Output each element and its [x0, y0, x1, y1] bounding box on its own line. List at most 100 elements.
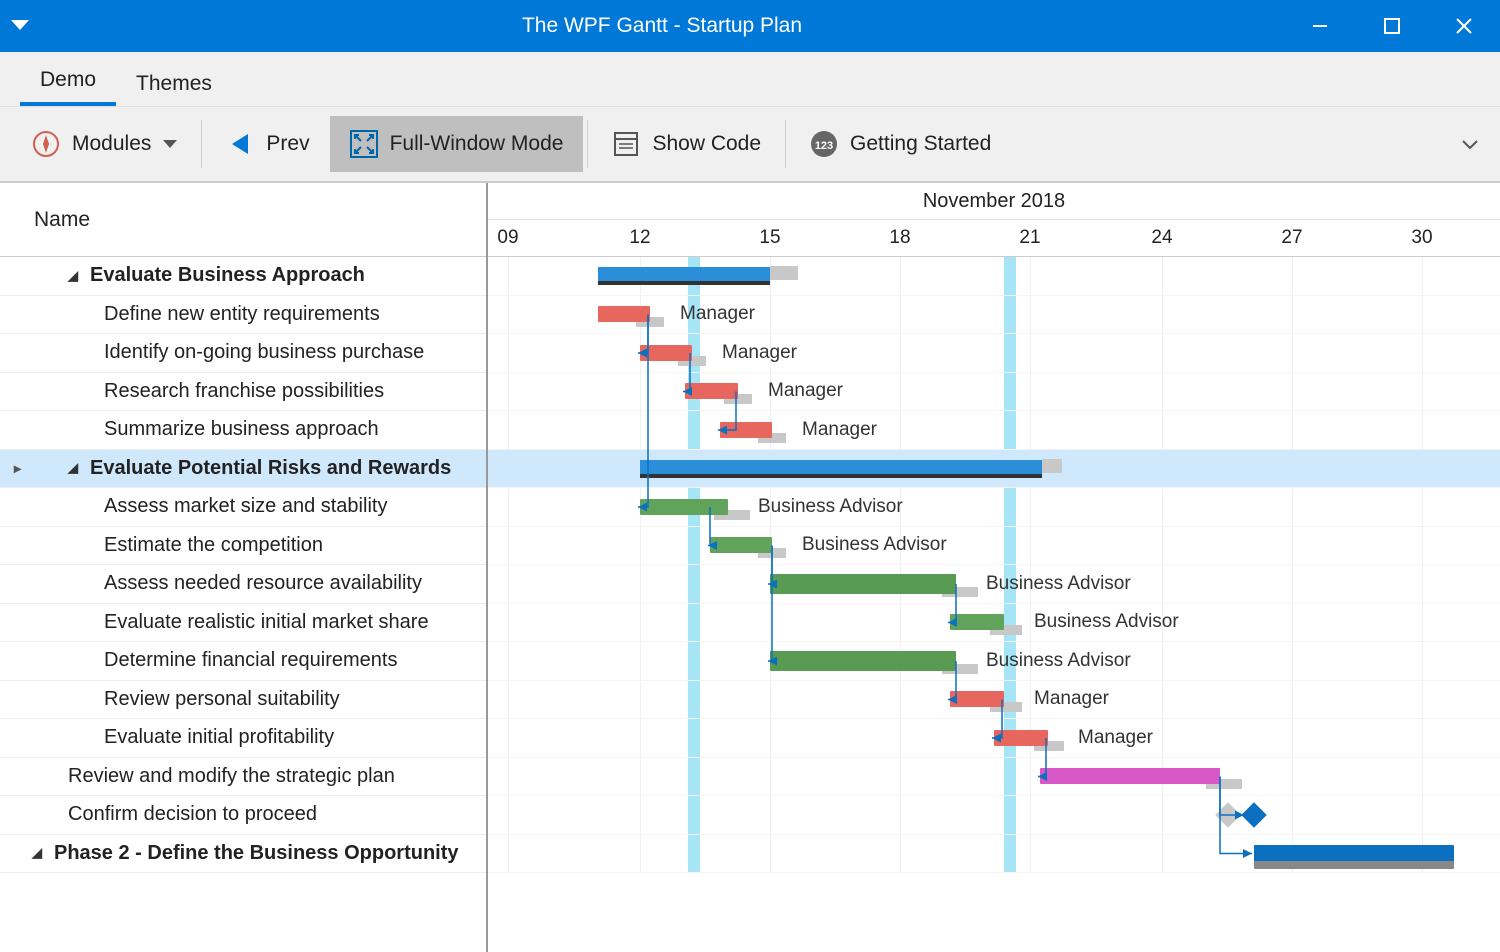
task-row[interactable]: ▸Assess needed resource availability [0, 565, 486, 604]
task-resource-label: Manager [680, 303, 755, 325]
task-bar[interactable]: Manager [640, 345, 692, 361]
fullwindow-label: Full-Window Mode [390, 132, 564, 156]
task-row[interactable]: ▸Determine financial requirements [0, 642, 486, 681]
row-selected-indicator: ▸ [14, 460, 28, 477]
task-resource-label: Business Advisor [1034, 611, 1179, 633]
gantt-row[interactable] [488, 796, 1500, 835]
minimize-button[interactable] [1284, 0, 1356, 52]
task-bar[interactable]: Business Advisor [710, 537, 772, 553]
gantt-row[interactable]: Business Advisor [488, 527, 1500, 566]
task-row[interactable]: ▸◢Phase 2 - Define the Business Opportun… [0, 835, 486, 874]
task-row[interactable]: ▸Research franchise possibilities [0, 373, 486, 412]
summary-baseline [770, 266, 798, 280]
fullwindow-button[interactable]: Full-Window Mode [330, 116, 584, 172]
milestone[interactable] [1241, 802, 1266, 827]
toolbar-overflow[interactable] [1452, 133, 1488, 155]
tick-label: 15 [759, 227, 780, 249]
gantt-row[interactable]: Manager [488, 296, 1500, 335]
task-name: Assess needed resource availability [104, 572, 422, 595]
getting-started-label: Getting Started [850, 132, 991, 156]
gantt-row[interactable]: Manager [488, 411, 1500, 450]
window-title: The WPF Gantt - Startup Plan [40, 14, 1284, 38]
compass-icon [32, 130, 60, 158]
expander-icon[interactable]: ◢ [32, 845, 48, 861]
task-row[interactable]: ▸◢Evaluate Business Approach [0, 257, 486, 296]
task-bar[interactable]: Manager [950, 691, 1004, 707]
gantt-row[interactable]: Manager [488, 681, 1500, 720]
tick-label: 21 [1019, 227, 1040, 249]
task-bar[interactable]: Manager [720, 422, 772, 438]
modules-button[interactable]: Modules [12, 116, 197, 172]
gantt-row[interactable]: Manager [488, 373, 1500, 412]
task-row[interactable]: ▸Define new entity requirements [0, 296, 486, 335]
task-tree-body[interactable]: ▸ ◢ Evaluate Business Approach ▸Define new … [0, 257, 486, 952]
tree-column-header[interactable]: Name [0, 183, 486, 257]
summary-bar[interactable] [598, 267, 770, 281]
task-name: Evaluate initial profitability [104, 726, 334, 749]
getting-started-button[interactable]: 123 Getting Started [790, 116, 1011, 172]
gantt-row[interactable]: Business Advisor [488, 488, 1500, 527]
expander-icon[interactable]: ◢ [68, 268, 84, 284]
summary-bar[interactable] [640, 460, 1042, 474]
separator [587, 120, 588, 168]
task-name: Evaluate Business Approach [90, 264, 365, 287]
gantt-chart-body[interactable]: Manager Manager Manager Manager Business Adv… [488, 257, 1500, 873]
gantt-row[interactable]: Business Advisor [488, 565, 1500, 604]
timeline-days: 0912151821242730 [488, 220, 1500, 256]
gantt-row[interactable] [488, 450, 1500, 489]
task-row[interactable]: ▸Evaluate realistic initial market share [0, 604, 486, 643]
task-resource-label: Business Advisor [986, 650, 1131, 672]
numbers-icon: 123 [810, 130, 838, 158]
gantt-row[interactable]: Manager [488, 719, 1500, 758]
task-row[interactable]: ▸◢Evaluate Potential Risks and Rewards [0, 450, 486, 489]
separator [201, 120, 202, 168]
task-bar[interactable]: Business Advisor [640, 499, 728, 515]
close-button[interactable] [1428, 0, 1500, 52]
tab-themes[interactable]: Themes [116, 60, 232, 106]
task-row[interactable]: ▸Review personal suitability [0, 681, 486, 720]
task-name: Define new entity requirements [104, 303, 380, 326]
task-resource-label: Business Advisor [802, 534, 947, 556]
task-row[interactable]: ▸Confirm decision to proceed [0, 796, 486, 835]
task-bar[interactable]: Manager [994, 730, 1048, 746]
expander-icon[interactable]: ◢ [68, 460, 84, 476]
showcode-button[interactable]: Show Code [592, 116, 781, 172]
task-row[interactable]: ▸Evaluate initial profitability [0, 719, 486, 758]
gantt-row[interactable] [488, 758, 1500, 797]
gantt-row[interactable]: Business Advisor [488, 642, 1500, 681]
gantt-row[interactable]: Business Advisor [488, 604, 1500, 643]
gantt-chart-pane[interactable]: November 2018 0912151821242730 ManagerMa… [488, 183, 1500, 952]
gantt-row[interactable] [488, 835, 1500, 874]
tick-label: 24 [1151, 227, 1172, 249]
task-resource-label: Business Advisor [758, 496, 903, 518]
task-row[interactable]: ▸Summarize business approach [0, 411, 486, 450]
task-bar[interactable] [1040, 768, 1220, 784]
chevron-down-icon [163, 137, 177, 151]
app-menu-dropdown[interactable] [0, 17, 40, 35]
gantt-row[interactable]: Manager [488, 334, 1500, 373]
maximize-button[interactable] [1356, 0, 1428, 52]
task-bar[interactable]: Business Advisor [770, 651, 956, 671]
task-row[interactable]: ▸Assess market size and stability [0, 488, 486, 527]
expand-icon [350, 130, 378, 158]
task-row[interactable]: ▸Review and modify the strategic plan [0, 758, 486, 797]
code-icon [612, 130, 640, 158]
task-name: Evaluate realistic initial market share [104, 611, 429, 634]
task-resource-label: Manager [768, 380, 843, 402]
task-row[interactable]: ▸Estimate the competition [0, 527, 486, 566]
separator [785, 120, 786, 168]
gantt-row[interactable] [488, 257, 1500, 296]
milestone-baseline [1215, 802, 1240, 827]
summary-baseline [1042, 459, 1062, 473]
task-name: Review and modify the strategic plan [68, 765, 395, 788]
task-name: Phase 2 - Define the Business Opportunit… [54, 842, 459, 865]
task-name: Identify on-going business purchase [104, 341, 424, 364]
prev-button[interactable]: Prev [206, 116, 329, 172]
task-bar[interactable]: Manager [598, 306, 650, 322]
task-bar[interactable]: Manager [685, 383, 738, 399]
task-bar[interactable]: Business Advisor [770, 574, 956, 594]
task-row[interactable]: ▸Identify on-going business purchase [0, 334, 486, 373]
task-bar[interactable]: Business Advisor [950, 614, 1004, 630]
tab-demo[interactable]: Demo [20, 56, 116, 106]
task-name: Review personal suitability [104, 688, 340, 711]
